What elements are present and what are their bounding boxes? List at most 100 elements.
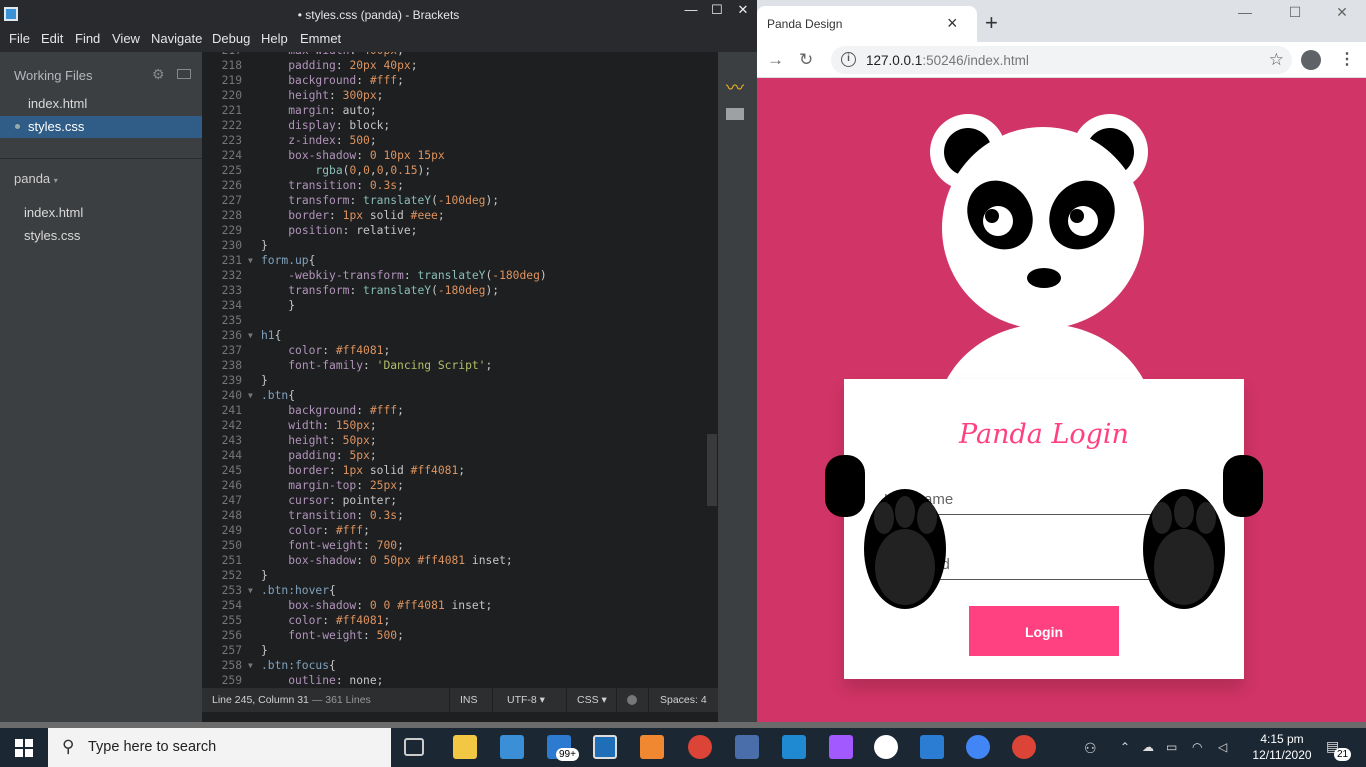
maximize-button[interactable]: ☐ — [1275, 4, 1315, 21]
maximize-button[interactable]: ☐ — [704, 2, 730, 22]
brackets-taskbar-icon[interactable] — [593, 735, 617, 759]
code-line[interactable]: .btn:hover{ — [261, 584, 336, 597]
xampp-icon[interactable] — [640, 735, 664, 759]
code-line[interactable]: .btn:focus{ — [261, 659, 336, 672]
login-button[interactable]: Login — [969, 606, 1119, 656]
store-icon[interactable] — [500, 735, 524, 759]
new-tab-button[interactable]: + — [985, 10, 998, 36]
people-icon[interactable]: ⚇ — [1084, 740, 1097, 757]
wifi-icon[interactable]: ◠ — [1192, 740, 1202, 754]
battery-icon[interactable]: ▭ — [1166, 740, 1177, 754]
indent-settings[interactable]: Spaces: 4 — [660, 694, 707, 706]
username-field[interactable]: Username — [884, 479, 1204, 515]
code-line[interactable]: box-shadow: 0 0 #ff4081 inset; — [261, 599, 492, 612]
url-text[interactable]: 127.0.0.1:50246/index.html — [866, 53, 1029, 68]
code-editor[interactable]: 217 max-width: 400px; 218 padding: 20px 4… — [202, 52, 718, 688]
windows-start-icon[interactable] — [15, 739, 33, 757]
address-bar[interactable]: i 127.0.0.1:50246/index.html ☆ — [831, 46, 1292, 74]
code-line[interactable]: h1{ — [261, 329, 281, 342]
wordpress-icon[interactable] — [874, 735, 898, 759]
code-line[interactable]: height: 300px; — [261, 89, 383, 102]
code-line[interactable]: .btn{ — [261, 389, 295, 402]
control-panel-icon[interactable] — [735, 735, 759, 759]
code-line[interactable]: box-shadow: 0 10px 15px — [261, 149, 445, 162]
close-button[interactable]: ✕ — [1322, 4, 1362, 21]
code-line[interactable]: display: block; — [261, 119, 390, 132]
code-line[interactable]: z-index: 500; — [261, 134, 376, 147]
code-line[interactable]: color: #ff4081; — [261, 344, 390, 357]
insert-mode[interactable]: INS — [460, 694, 478, 706]
extension-manager-icon[interactable] — [726, 108, 744, 120]
fold-toggle-icon[interactable]: ▼ — [248, 661, 253, 670]
word-icon[interactable] — [920, 735, 944, 759]
scrollbar-thumb[interactable] — [707, 434, 717, 506]
code-line[interactable]: box-shadow: 0 50px #ff4081 inset; — [261, 554, 513, 567]
fold-toggle-icon[interactable]: ▼ — [248, 256, 253, 265]
vscode-icon[interactable] — [782, 735, 806, 759]
chrome-profile-icon[interactable] — [688, 735, 712, 759]
file-explorer-icon[interactable] — [453, 735, 477, 759]
code-line[interactable]: } — [261, 644, 268, 657]
code-line[interactable]: margin-top: 25px; — [261, 479, 404, 492]
profile-icon[interactable] — [1301, 50, 1321, 70]
taskbar-search[interactable]: ⚲ Type here to search — [48, 728, 391, 767]
password-field[interactable]: Password — [884, 544, 1204, 580]
task-view-icon[interactable] — [404, 738, 424, 756]
menu-view[interactable]: View — [112, 31, 140, 46]
reload-icon[interactable]: ↻ — [799, 50, 813, 70]
linter-status-icon[interactable] — [627, 695, 637, 705]
code-line[interactable]: position: relative; — [261, 224, 417, 237]
menu-help[interactable]: Help — [261, 31, 288, 46]
code-line[interactable]: font-family: 'Dancing Script'; — [261, 359, 492, 372]
code-line[interactable]: } — [261, 569, 268, 582]
project-file-index[interactable]: index.html — [0, 202, 202, 224]
fold-toggle-icon[interactable]: ▼ — [248, 391, 253, 400]
minimize-button[interactable]: — — [678, 2, 704, 22]
code-line[interactable]: color: #ff4081; — [261, 614, 390, 627]
code-line[interactable]: } — [261, 239, 268, 252]
code-line[interactable]: border: 1px solid #eee; — [261, 209, 444, 222]
forward-icon[interactable]: → — [767, 50, 784, 70]
clock[interactable]: 4:15 pm 12/11/2020 — [1252, 731, 1312, 763]
split-view-icon[interactable] — [177, 69, 191, 79]
menu-file[interactable]: File — [9, 31, 30, 46]
code-line[interactable]: transition: 0.3s; — [261, 179, 404, 192]
code-line[interactable]: transform: translateY(-100deg); — [261, 194, 499, 207]
code-line[interactable]: max-width: 400px; — [261, 52, 404, 57]
bookmark-star-icon[interactable]: ☆ — [1269, 50, 1284, 70]
menu-navigate[interactable]: Navigate — [151, 31, 202, 46]
menu-debug[interactable]: Debug — [212, 31, 250, 46]
code-line[interactable]: color: #fff; — [261, 524, 370, 537]
code-line[interactable]: margin: auto; — [261, 104, 376, 117]
menu-edit[interactable]: Edit — [41, 31, 63, 46]
code-line[interactable]: font-weight: 500; — [261, 629, 404, 642]
code-line[interactable]: width: 150px; — [261, 419, 376, 432]
fold-toggle-icon[interactable]: ▼ — [248, 586, 253, 595]
fold-toggle-icon[interactable]: ▼ — [248, 331, 253, 340]
tab-panda-design[interactable]: Panda Design × — [757, 6, 977, 42]
encoding-select[interactable]: UTF-8 ▾ — [507, 694, 545, 706]
close-tab-icon[interactable]: × — [947, 13, 958, 34]
code-line[interactable]: form.up{ — [261, 254, 315, 267]
live-preview-icon[interactable]: 〰 — [726, 74, 744, 100]
menu-emmet[interactable]: Emmet — [300, 31, 341, 46]
code-line[interactable]: height: 50px; — [261, 434, 376, 447]
close-button[interactable]: ✕ — [730, 2, 756, 22]
minimize-button[interactable]: — — [1225, 4, 1265, 20]
project-file-styles[interactable]: styles.css — [0, 225, 202, 247]
onedrive-icon[interactable]: ☁ — [1142, 740, 1154, 754]
volume-icon[interactable]: ◁ — [1218, 740, 1227, 754]
working-file-index[interactable]: index.html — [0, 93, 202, 115]
working-file-styles[interactable]: styles.css — [0, 116, 202, 138]
chrome-icon[interactable] — [1012, 735, 1036, 759]
chromium-icon[interactable] — [966, 735, 990, 759]
editor-scrollbar[interactable] — [706, 52, 718, 688]
code-line[interactable]: background: #fff; — [261, 404, 404, 417]
code-line[interactable]: border: 1px solid #ff4081; — [261, 464, 465, 477]
code-line[interactable]: } — [261, 374, 268, 387]
language-select[interactable]: CSS ▾ — [577, 694, 607, 706]
info-icon[interactable]: i — [841, 52, 856, 67]
code-line[interactable]: background: #fff; — [261, 74, 404, 87]
code-line[interactable]: cursor: pointer; — [261, 494, 397, 507]
code-line[interactable]: transform: translateY(-180deg); — [261, 284, 499, 297]
